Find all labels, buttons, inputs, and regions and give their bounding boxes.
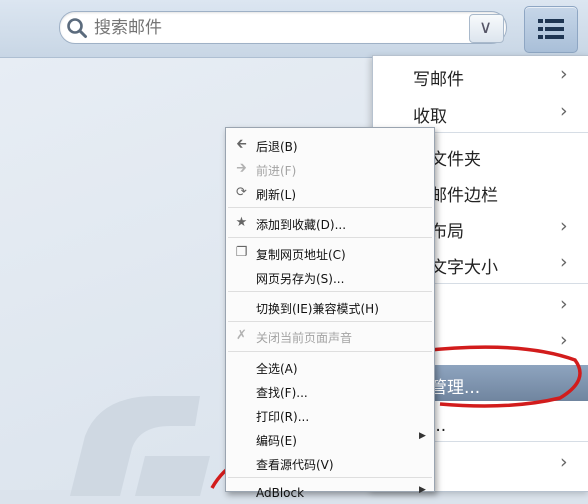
ctx-item-mute-page[interactable]: ✗ 关闭当前页面声音 <box>226 324 434 347</box>
ctx-item-find[interactable]: 查找(F)... <box>226 379 434 402</box>
chevron-right-icon: › <box>560 100 568 122</box>
ctx-item-copy-url[interactable]: ❐ 复制网页地址(C) <box>226 241 434 264</box>
menu-item-compose[interactable]: 写邮件 › <box>373 57 588 93</box>
double-chevron-down-icon: ∨ <box>479 17 493 38</box>
menu-separator <box>228 291 432 292</box>
hamburger-list-icon <box>538 19 564 39</box>
ctx-item-adblock[interactable]: AdBlock ▶ <box>226 481 434 504</box>
chevron-right-icon: › <box>560 293 568 315</box>
triangle-right-icon: ▶ <box>419 431 426 441</box>
chevron-right-icon: › <box>560 329 568 351</box>
watermark-logo <box>70 396 210 496</box>
ctx-item-forward[interactable]: 🡲 前进(F) <box>226 157 434 180</box>
chevron-right-icon: › <box>560 63 568 85</box>
main-menu-button[interactable] <box>524 6 578 53</box>
ctx-item-encoding[interactable]: 编码(E) ▶ <box>226 427 434 450</box>
search-icon <box>67 18 87 38</box>
ctx-item-refresh[interactable]: ⟳ 刷新(L) <box>226 181 434 204</box>
ctx-item-view-source[interactable]: 查看源代码(V) <box>226 451 434 474</box>
ctx-item-save-page-as[interactable]: 网页另存为(S)... <box>226 265 434 288</box>
menu-separator <box>228 207 432 208</box>
menu-item-receive[interactable]: 收取 › <box>373 94 588 130</box>
arrow-left-icon: 🡰 <box>236 137 247 152</box>
arrow-right-icon: 🡲 <box>236 161 247 176</box>
menu-separator <box>228 237 432 238</box>
menu-separator <box>228 477 432 478</box>
search-input[interactable] <box>92 16 496 40</box>
search-box[interactable] <box>59 11 507 44</box>
context-menu: 🡰 后退(B) 🡲 前进(F) ⟳ 刷新(L) ★ 添加到收藏(D)... ❐ … <box>225 127 435 500</box>
chevron-right-icon: › <box>560 451 568 473</box>
search-options-button[interactable]: ∨ <box>469 14 504 43</box>
menu-separator <box>228 351 432 352</box>
star-icon: ★ <box>235 215 248 230</box>
menu-separator <box>228 321 432 322</box>
triangle-right-icon: ▶ <box>419 485 426 495</box>
refresh-icon: ⟳ <box>236 185 247 200</box>
ctx-item-print[interactable]: 打印(R)... <box>226 403 434 426</box>
chevron-right-icon: › <box>560 251 568 273</box>
ctx-item-ie-compat-mode[interactable]: 切换到(IE)兼容模式(H) <box>226 295 434 318</box>
copy-icon: ❐ <box>235 245 248 260</box>
chevron-right-icon: › <box>560 215 568 237</box>
top-toolbar: ∨ <box>0 0 588 58</box>
ctx-item-back[interactable]: 🡰 后退(B) <box>226 133 434 156</box>
muted-speaker-icon: ✗ <box>236 328 247 343</box>
ctx-item-select-all[interactable]: 全选(A) <box>226 355 434 378</box>
ctx-item-add-favorite[interactable]: ★ 添加到收藏(D)... <box>226 211 434 234</box>
